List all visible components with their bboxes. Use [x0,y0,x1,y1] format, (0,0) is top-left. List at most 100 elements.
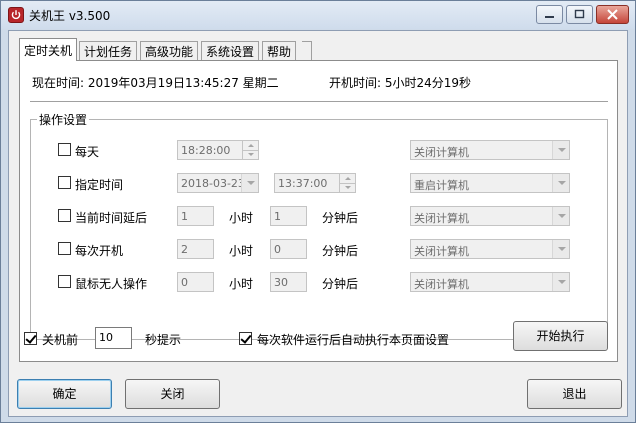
maximize-icon [574,9,585,19]
client-area: 定时关机 计划任务 高级功能 系统设置 帮助 现在时间: 2019年03月19日… [8,30,628,417]
tab-help[interactable]: 帮助 [262,41,297,60]
close-button[interactable]: 关闭 [125,379,220,409]
delay-hours-value: 1 [181,210,188,223]
tab-label: 定时关机 [24,44,73,58]
delay-action-value: 关闭计算机 [414,212,469,225]
delay-minutes-field[interactable]: 1 [270,206,307,226]
ok-button[interactable]: 确定 [17,379,112,409]
on-boot-action-select[interactable]: 关闭计算机 [410,239,570,259]
before-shutdown-checkbox[interactable] [24,332,37,345]
delay-minutes-value: 1 [274,210,281,223]
mouse-idle-hours-field[interactable]: 0 [177,272,214,292]
delay-checkbox[interactable] [58,209,71,222]
auto-run-checkbox[interactable] [239,332,252,345]
tab-label: 帮助 [267,45,292,59]
chevron-down-icon[interactable] [241,174,258,192]
on-boot-minutes-value: 0 [274,243,281,256]
specific-date-field[interactable]: 2018-03-23 [177,173,259,193]
hours-unit: 小时 [229,211,254,225]
hours-unit: 小时 [229,244,254,258]
row-specific-time: 指定时间 2018-03-23 13:37:00 重启计算机 [31,173,607,195]
mouse-idle-checkbox[interactable] [58,275,71,288]
delay-action-select[interactable]: 关闭计算机 [410,206,570,226]
group-title: 操作设置 [37,111,90,128]
chevron-down-icon[interactable] [552,141,569,159]
specific-time-checkbox[interactable] [58,176,71,189]
specific-action-value: 重启计算机 [414,179,469,192]
daily-action-select[interactable]: 关闭计算机 [410,140,570,160]
daily-time-value: 18:28:00 [181,144,231,157]
before-seconds-input[interactable]: 10 [95,327,132,349]
specific-date-value: 2018-03-23 [181,177,245,190]
delay-hours-field[interactable]: 1 [177,206,214,226]
tab-label: 计划任务 [84,45,133,59]
before-shutdown-label: 关机前 [42,333,79,347]
power-icon [8,7,24,23]
minutes-unit: 分钟后 [322,277,359,291]
spin-divider [242,150,258,151]
specific-time-label: 指定时间 [75,178,124,192]
exit-button[interactable]: 退出 [527,379,622,409]
boot-time-label: 开机时间: [329,76,382,90]
tab-shutdown-timer[interactable]: 定时关机 [19,38,78,61]
close-window-button[interactable] [596,5,629,24]
operation-settings-group: 操作设置 每天 18:28:00 关闭计算机 指定时间 2018-03-23 1… [30,111,608,340]
start-button[interactable]: 开始执行 [513,321,608,351]
tab-label: 系统设置 [206,45,255,59]
shutdown-timer-panel: 现在时间: 2019年03月19日13:45:27 星期二 开机时间: 5小时2… [19,60,618,362]
chevron-down-icon[interactable] [552,273,569,291]
tab-advanced[interactable]: 高级功能 [140,41,199,60]
divider [30,101,608,103]
mouse-idle-minutes-value: 30 [274,276,288,289]
delay-label: 当前时间延后 [75,211,148,225]
mouse-idle-action-select[interactable]: 关闭计算机 [410,272,570,292]
row-mouse-idle: 鼠标无人操作 0 小时 30 分钟后 关闭计算机 [31,272,607,294]
boot-time-value: 5小时24分19秒 [384,76,472,90]
daily-action-value: 关闭计算机 [414,146,469,159]
chevron-down-icon[interactable] [552,240,569,258]
mouse-idle-label: 鼠标无人操作 [75,277,148,291]
current-time-label: 现在时间: [32,76,85,90]
minutes-unit: 分钟后 [322,211,359,225]
minimize-icon [545,16,554,18]
row-on-boot: 每次开机 2 小时 0 分钟后 关闭计算机 [31,239,607,261]
current-time-value: 2019年03月19日13:45:27 星期二 [87,76,279,90]
tab-spacer [302,41,312,60]
on-boot-checkbox[interactable] [58,242,71,255]
chevron-down-icon[interactable] [552,207,569,225]
chevron-down-icon[interactable] [552,174,569,192]
spin-divider [339,183,355,184]
specific-action-select[interactable]: 重启计算机 [410,173,570,193]
on-boot-hours-value: 2 [181,243,188,256]
on-boot-minutes-field[interactable]: 0 [270,239,307,259]
maximize-button[interactable] [566,5,593,24]
before-seconds-suffix: 秒提示 [145,333,182,347]
before-seconds-value: 10 [99,331,113,344]
tab-label: 高级功能 [145,45,194,59]
boot-time: 开机时间: 5小时24分19秒 [329,74,471,91]
mouse-idle-minutes-field[interactable]: 30 [270,272,307,292]
minutes-unit: 分钟后 [322,244,359,258]
specific-time-field[interactable]: 13:37:00 [274,173,356,193]
close-icon [607,9,618,20]
on-boot-label: 每次开机 [75,244,124,258]
daily-label: 每天 [75,145,100,159]
window-title: 关机王 v3.500 [29,9,111,23]
minimize-button[interactable] [536,5,563,24]
row-daily: 每天 18:28:00 关闭计算机 [31,140,607,162]
on-boot-action-value: 关闭计算机 [414,245,469,258]
row-delay: 当前时间延后 1 小时 1 分钟后 关闭计算机 [31,206,607,228]
daily-checkbox[interactable] [58,143,71,156]
on-boot-hours-field[interactable]: 2 [177,239,214,259]
app-window: 关机王 v3.500 定时关机 计划任务 高级功能 系统设置 帮助 现在时间: … [0,0,636,423]
title-bar[interactable]: 关机王 v3.500 [1,1,635,29]
specific-time-value: 13:37:00 [278,177,328,190]
hours-unit: 小时 [229,277,254,291]
tab-scheduled-tasks[interactable]: 计划任务 [79,41,138,60]
tab-system-settings[interactable]: 系统设置 [201,41,260,60]
current-time: 现在时间: 2019年03月19日13:45:27 星期二 [32,74,279,91]
mouse-idle-hours-value: 0 [181,276,188,289]
auto-run-label: 每次软件运行后自动执行本页面设置 [257,333,450,347]
mouse-idle-action-value: 关闭计算机 [414,278,469,291]
daily-time-field[interactable]: 18:28:00 [177,140,259,160]
